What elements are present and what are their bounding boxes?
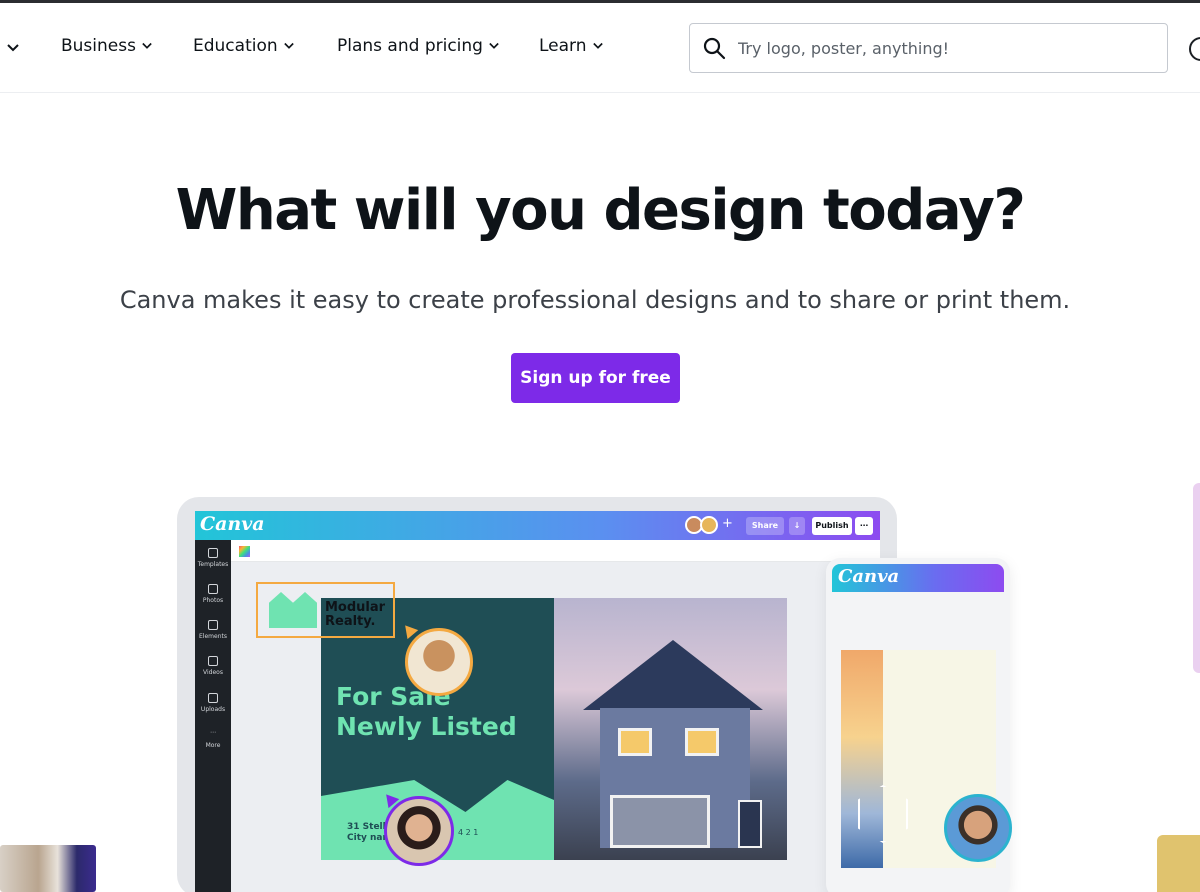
plus-icon: + — [722, 516, 733, 531]
decorative-card — [1193, 483, 1200, 673]
avatar — [700, 516, 718, 534]
sidebar-item-elements: Elements — [195, 620, 231, 640]
uploads-icon — [208, 693, 218, 703]
download-icon: ↓ — [789, 517, 805, 535]
more-icon: ⋯ — [855, 517, 873, 535]
decorative-card — [1157, 835, 1200, 892]
templates-icon — [208, 548, 218, 558]
search-icon — [703, 37, 726, 60]
videos-icon — [208, 656, 218, 666]
chevron-down-icon[interactable] — [7, 43, 19, 53]
sidebar-item-uploads: Uploads — [195, 693, 231, 713]
canva-logo: Canva — [200, 513, 265, 535]
sidebar-item-videos: Videos — [195, 656, 231, 676]
publish-button: Publish — [812, 517, 852, 535]
house-door — [738, 800, 762, 848]
sign-up-button[interactable]: Sign up for free — [511, 353, 680, 403]
more-icon: ⋯ — [210, 729, 216, 736]
house-window — [685, 728, 719, 756]
search-input[interactable] — [738, 38, 1138, 58]
house-window — [618, 728, 652, 756]
help-icon[interactable] — [1189, 37, 1200, 61]
house-roof — [583, 640, 763, 710]
house-garage — [610, 795, 710, 848]
editor-toolbar — [231, 540, 880, 562]
top-navigation: Business Education Plans and pricing Lea… — [0, 3, 1200, 93]
collaborator-avatar — [384, 796, 454, 866]
chevron-down-icon — [489, 42, 499, 49]
collaborator-avatar — [405, 628, 473, 696]
page-title: What will you design today? — [175, 178, 1026, 243]
nav-item-label: Business — [61, 36, 136, 56]
thumbnail-image — [0, 845, 96, 892]
color-swatch-icon — [239, 546, 250, 557]
editor-sidebar: Templates Photos Elements Videos Uploads… — [195, 540, 231, 892]
share-button: Share — [746, 517, 784, 535]
nav-item-learn[interactable]: Learn — [539, 36, 603, 56]
editor-header: Canva + Share ↓ Publish ⋯ — [195, 511, 880, 540]
chevron-down-icon — [592, 42, 603, 49]
nav-item-label: Plans and pricing — [337, 36, 483, 56]
nav-item-education[interactable]: Education — [193, 36, 294, 56]
realty-brand-name: Modular Realty. — [325, 600, 386, 629]
collaborator-avatar — [944, 794, 1012, 862]
sidebar-item-photos: Photos — [195, 584, 231, 604]
nav-item-plans-and-pricing[interactable]: Plans and pricing — [337, 36, 499, 56]
chevron-down-icon — [142, 42, 152, 49]
photos-icon — [208, 584, 218, 594]
page-subtitle: Canva makes it easy to create profession… — [119, 286, 1071, 314]
nav-item-business[interactable]: Business — [61, 36, 152, 56]
design-meta: 4 2 1 — [458, 828, 479, 837]
chevron-down-icon — [283, 42, 294, 49]
nav-item-label: Learn — [539, 36, 587, 56]
sidebar-item-templates: Templates — [195, 548, 231, 568]
elements-icon — [208, 620, 218, 630]
canva-logo: Canva — [838, 566, 900, 587]
nav-item-label: Education — [193, 36, 278, 56]
search-box[interactable] — [689, 23, 1168, 73]
sidebar-item-more: ⋯ More — [205, 729, 221, 749]
